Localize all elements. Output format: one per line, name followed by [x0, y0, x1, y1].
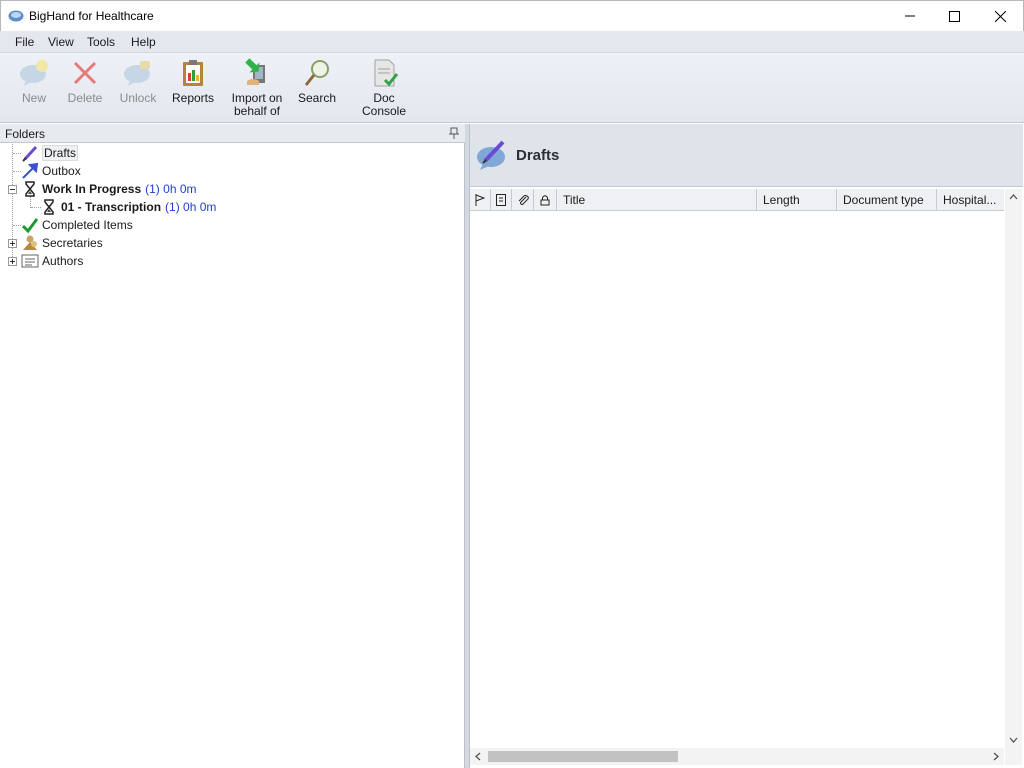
list-icon	[21, 254, 39, 268]
clipboard-report-icon	[183, 60, 203, 86]
delete-button[interactable]: Delete	[65, 57, 105, 105]
column-title-label: Title	[563, 193, 586, 207]
column-lock[interactable]	[534, 189, 557, 211]
unlock-bubble-icon	[124, 61, 150, 86]
folders-header: Folders	[0, 124, 465, 143]
maximize-button[interactable]	[931, 1, 977, 31]
content-title: Drafts	[516, 147, 560, 164]
expand-toggle[interactable]	[8, 257, 17, 266]
menu-help[interactable]: Help	[131, 35, 156, 49]
delete-x-icon	[73, 61, 97, 85]
lock-icon	[540, 195, 550, 206]
folder-authors[interactable]: Authors	[21, 252, 83, 270]
horizontal-scroll-thumb[interactable]	[488, 751, 678, 762]
folder-label: 01 - Transcription	[61, 200, 162, 214]
scrollbar-corner	[1005, 748, 1022, 765]
folders-pane: Folders Drafts Outbox Work In Progress (…	[0, 124, 465, 768]
collapse-toggle[interactable]	[8, 185, 17, 194]
scroll-down-arrow-icon[interactable]	[1009, 735, 1018, 744]
content-header: Drafts	[470, 124, 1023, 187]
flag-icon	[475, 194, 485, 206]
drafts-bubble-icon	[477, 140, 505, 170]
magnifier-icon	[304, 60, 329, 86]
menu-view[interactable]: View	[48, 35, 74, 49]
search-label: Search	[297, 91, 337, 105]
app-logo-icon	[8, 10, 24, 22]
horizontal-scrollbar[interactable]	[470, 748, 1004, 765]
document-list[interactable]	[470, 212, 1004, 748]
menu-file[interactable]: File	[15, 35, 34, 49]
search-button[interactable]: Search	[297, 57, 337, 105]
close-button[interactable]	[977, 1, 1023, 31]
import-on-behalf-button[interactable]: Import on behalf of	[228, 57, 286, 118]
column-title[interactable]: Title	[557, 189, 757, 211]
attachment-icon	[518, 195, 529, 205]
vertical-scrollbar[interactable]	[1005, 189, 1022, 748]
green-check-icon	[21, 218, 39, 234]
pen-icon	[22, 145, 38, 162]
column-header-row: Title Length Document type Hospital...	[470, 189, 1004, 211]
unlock-label: Unlock	[119, 91, 157, 105]
column-document-type-label: Document type	[843, 193, 924, 207]
folder-completed-items[interactable]: Completed Items	[21, 216, 133, 234]
tree-guide-line	[13, 225, 21, 226]
menu-bar: File View Tools Help	[0, 31, 1024, 53]
new-label: New	[21, 91, 46, 105]
folder-label: Authors	[42, 254, 84, 268]
folder-label: Outbox	[42, 164, 81, 178]
scroll-left-arrow-icon[interactable]	[474, 752, 483, 761]
column-document-type[interactable]: Document type	[837, 189, 937, 211]
column-document[interactable]	[491, 189, 512, 211]
folder-label: Work In Progress	[42, 182, 142, 196]
reports-button[interactable]: Reports	[170, 57, 216, 105]
scroll-right-arrow-icon[interactable]	[991, 752, 1000, 761]
maximize-icon	[948, 10, 960, 22]
import-arrow-icon	[245, 58, 265, 85]
menu-tools[interactable]: Tools	[87, 35, 115, 49]
delete-label: Delete	[67, 91, 103, 105]
column-length[interactable]: Length	[757, 189, 837, 211]
scroll-up-arrow-icon[interactable]	[1009, 193, 1018, 202]
new-button[interactable]: New	[16, 57, 52, 105]
import-label: Import on behalf of	[231, 91, 283, 118]
minimize-button[interactable]	[887, 1, 933, 31]
close-icon	[994, 10, 1006, 22]
column-attachment[interactable]	[512, 189, 534, 211]
document-icon	[496, 194, 506, 206]
tree-guide-line	[13, 153, 21, 154]
column-length-label: Length	[763, 193, 800, 207]
arrow-up-right-icon	[22, 162, 39, 179]
column-hospital-label: Hospital...	[943, 193, 997, 207]
folder-drafts[interactable]: Drafts	[21, 144, 79, 162]
folder-count: (1) 0h 0m	[165, 200, 217, 214]
folder-01-transcription[interactable]: 01 - Transcription (1) 0h 0m	[40, 198, 216, 216]
column-hospital[interactable]: Hospital...	[937, 189, 1004, 211]
unlock-button[interactable]: Unlock	[117, 57, 159, 105]
hourglass-icon	[25, 181, 35, 197]
toolbar: New Delete Unlock Reports Import on beha…	[0, 53, 1024, 123]
title-bar: BigHand for Healthcare	[0, 0, 1024, 31]
folders-header-title: Folders	[5, 127, 46, 141]
folder-work-in-progress[interactable]: Work In Progress (1) 0h 0m	[21, 180, 197, 198]
pin-icon[interactable]	[449, 127, 459, 139]
window-title: BigHand for Healthcare	[29, 9, 154, 23]
folder-label: Secretaries	[42, 236, 103, 250]
people-icon	[23, 235, 37, 250]
folder-label: Drafts	[42, 145, 79, 161]
reports-label: Reports	[171, 91, 215, 105]
folder-count: (1) 0h 0m	[145, 182, 197, 196]
folder-outbox[interactable]: Outbox	[21, 162, 81, 180]
folder-secretaries[interactable]: Secretaries	[21, 234, 103, 252]
doc-console-label: Doc Console	[361, 91, 407, 118]
document-check-icon	[374, 59, 399, 87]
new-bubble-icon	[20, 60, 48, 86]
doc-console-button[interactable]: Doc Console	[350, 57, 418, 118]
column-flag[interactable]	[470, 189, 491, 211]
minimize-icon	[905, 15, 915, 17]
tree-guide-line	[13, 171, 21, 172]
folder-label: Completed Items	[42, 218, 133, 232]
content-pane: Drafts Title Length Document type Hospit…	[469, 124, 1023, 768]
expand-toggle[interactable]	[8, 239, 17, 248]
hourglass-icon	[44, 199, 54, 215]
